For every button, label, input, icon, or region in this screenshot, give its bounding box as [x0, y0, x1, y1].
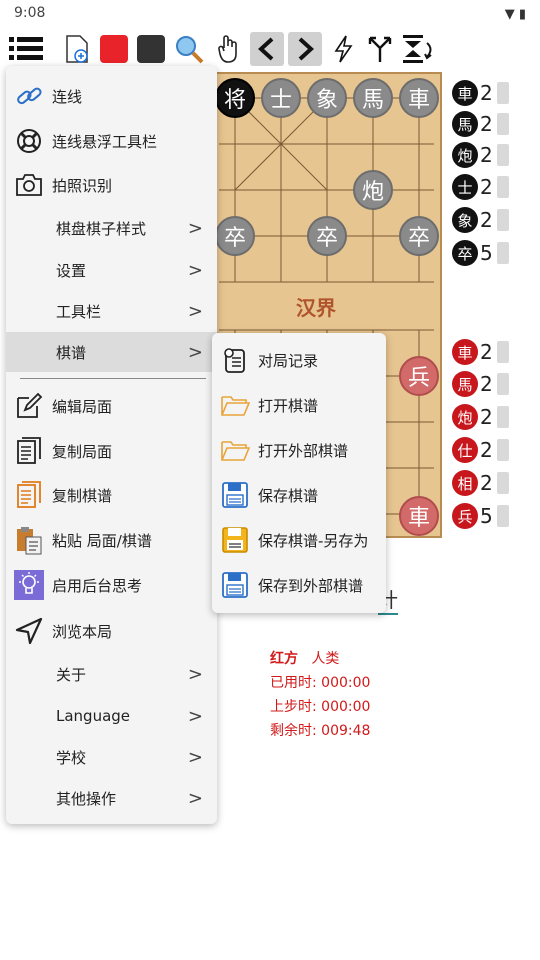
chevron-right-icon: > [187, 787, 203, 809]
new-file-icon[interactable] [60, 30, 94, 68]
folder-icon [220, 390, 250, 420]
menu-icon[interactable] [6, 30, 46, 68]
menu-item-connect-float-toolbar[interactable]: 连线悬浮工具栏 [6, 121, 217, 161]
edit-icon [14, 391, 44, 421]
piece-black-horse[interactable]: 馬 [353, 78, 393, 118]
search-icon[interactable] [172, 30, 206, 68]
capture-red-chariot: 車2 [452, 337, 509, 367]
piece-black-soldier[interactable]: 卒 [215, 216, 255, 256]
save-external-icon [220, 570, 250, 600]
piece-black-advisor[interactable]: 士 [261, 78, 301, 118]
used-time: 000:00 [321, 675, 371, 691]
capture-red-elephant: 相2 [452, 468, 509, 498]
submenu-item-save-as[interactable]: 保存棋谱-另存为 [212, 518, 386, 562]
last-move-time: 000:00 [321, 699, 371, 715]
capture-black-chariot: 車2 [452, 78, 509, 108]
piece-black-elephant[interactable]: 象 [307, 78, 347, 118]
lightning-icon[interactable] [328, 30, 358, 68]
capture-red-cannon: 炮2 [452, 402, 509, 432]
capture-red-advisor: 仕2 [452, 435, 509, 465]
hand-icon[interactable] [212, 30, 244, 68]
info-used-row: 已用时: 000:00 [270, 675, 371, 691]
menu-item-settings[interactable]: 设置 > [6, 250, 217, 290]
menu-item-about[interactable]: 关于 > [6, 654, 217, 694]
folder-icon [220, 435, 250, 465]
paste-icon [14, 525, 44, 555]
capture-black-cannon: 炮2 [452, 140, 509, 170]
menu-item-photo-recognition[interactable]: 拍照识别 [6, 165, 217, 205]
capture-red-soldier: 兵5 [452, 501, 509, 531]
menu-item-copy-position[interactable]: 复制局面 [6, 431, 217, 471]
menu-item-toolbar[interactable]: 工具栏 > [6, 291, 217, 331]
submenu-item-save-external[interactable]: 保存到外部棋谱 [212, 563, 386, 607]
capture-black-soldier: 卒5 [452, 238, 509, 268]
capture-red-horse: 馬2 [452, 369, 509, 399]
piece-red-chariot[interactable]: 車 [399, 496, 439, 536]
menu-item-edit-position[interactable]: 编辑局面 [6, 386, 217, 426]
chevron-right-icon: > [187, 746, 203, 768]
piece-black-chariot[interactable]: 車 [399, 78, 439, 118]
player-label: 人类 [311, 651, 340, 667]
info-side-row: 红方 人类 [270, 648, 339, 668]
copy-icon [14, 436, 44, 466]
menu-item-language[interactable]: Language > [6, 696, 217, 736]
chevron-right-icon: > [187, 259, 203, 281]
submenu-item-game-log[interactable]: 对局记录 [212, 338, 386, 382]
black-side-icon[interactable] [135, 30, 167, 68]
capture-black-horse: 馬2 [452, 109, 509, 139]
piece-black-cannon[interactable]: 炮 [353, 170, 393, 210]
capture-black-advisor: 士2 [452, 172, 509, 202]
chevron-right-icon: > [187, 217, 203, 239]
piece-black-soldier[interactable]: 卒 [307, 216, 347, 256]
menu-item-paste[interactable]: 粘贴 局面/棋谱 [6, 520, 217, 560]
status-time: 9:08 [14, 5, 46, 21]
menu-item-copy-record[interactable]: 复制棋谱 [6, 475, 217, 515]
camera-icon [14, 170, 44, 200]
status-icons: ▼ ▮ [504, 7, 526, 22]
chevron-right-icon: > [187, 300, 203, 322]
menu-item-game-record[interactable]: 棋谱 > [6, 332, 217, 372]
main-menu: 连线 连线悬浮工具栏 拍照识别 棋盘棋子样式 > 设置 > 工具栏 > 棋谱 >… [6, 66, 217, 824]
submenu-item-open-record[interactable]: 打开棋谱 [212, 383, 386, 427]
back-icon[interactable] [250, 30, 284, 68]
bulb-icon [14, 570, 44, 600]
menu-item-board-style[interactable]: 棋盘棋子样式 > [6, 208, 217, 248]
red-side-icon[interactable] [98, 30, 130, 68]
chevron-right-icon: > [187, 341, 203, 363]
lifebuoy-icon [14, 126, 44, 156]
chevron-right-icon: > [187, 705, 203, 727]
navigate-icon [14, 616, 44, 646]
forward-icon[interactable] [288, 30, 322, 68]
side-label: 红方 [270, 651, 298, 667]
piece-black-general[interactable]: 将 [215, 78, 255, 118]
branch-icon[interactable] [364, 30, 396, 68]
capture-black-elephant: 象2 [452, 205, 509, 235]
river-label: 汉界 [296, 296, 336, 320]
menu-item-connect[interactable]: 连线 [6, 76, 217, 116]
info-remain-row: 剩余时: 009:48 [270, 723, 371, 739]
menu-item-school[interactable]: 学校 > [6, 737, 217, 777]
remaining-time: 009:48 [321, 723, 371, 739]
info-last-row: 上步时: 000:00 [270, 699, 371, 715]
menu-item-background-thinking[interactable]: 启用后台思考 [6, 565, 217, 605]
link-icon [14, 81, 44, 111]
chevron-right-icon: > [187, 663, 203, 685]
piece-red-soldier[interactable]: 兵 [399, 356, 439, 396]
record-icon [220, 345, 250, 375]
menu-divider [20, 378, 206, 379]
piece-black-soldier[interactable]: 卒 [399, 216, 439, 256]
flip-board-icon[interactable] [400, 30, 436, 68]
save-icon [220, 480, 250, 510]
menu-item-browse-game[interactable]: 浏览本局 [6, 611, 217, 651]
copy-record-icon [14, 480, 44, 510]
submenu-item-open-external-record[interactable]: 打开外部棋谱 [212, 428, 386, 472]
submenu-item-save-record[interactable]: 保存棋谱 [212, 473, 386, 517]
status-bar: 9:08 ▼ ▮ [0, 0, 540, 28]
menu-item-other-actions[interactable]: 其他操作 > [6, 778, 217, 818]
game-record-submenu: 对局记录 打开棋谱 打开外部棋谱 保存棋谱 保存棋谱-另存为 保存到外部棋谱 [212, 333, 386, 613]
save-as-icon [220, 525, 250, 555]
